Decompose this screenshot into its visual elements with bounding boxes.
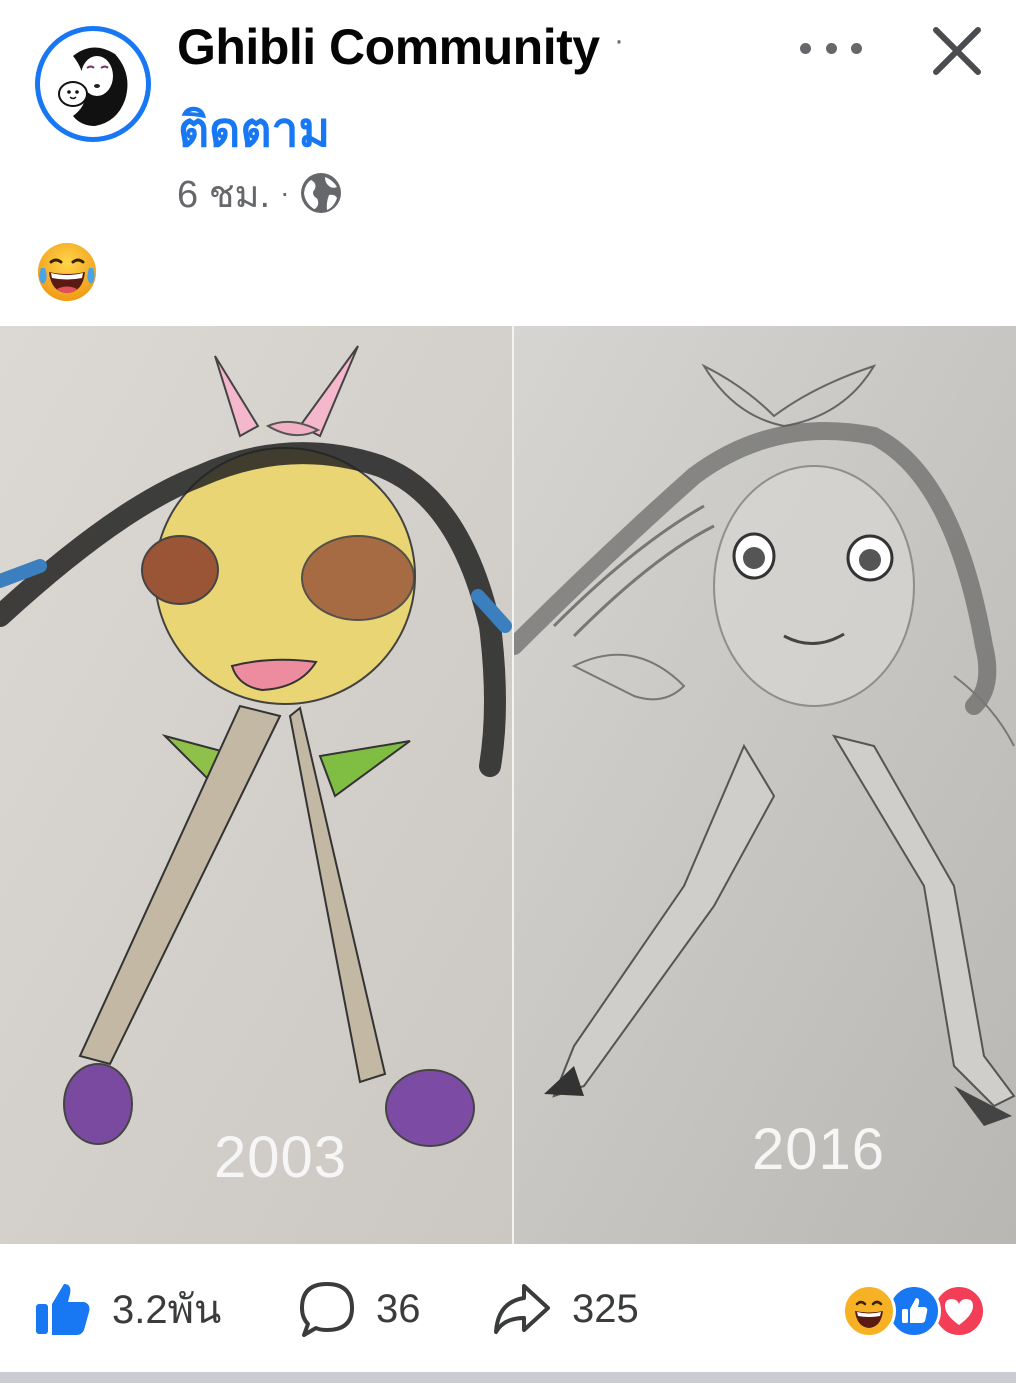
laughing-emoji-icon <box>35 240 99 304</box>
post-actions-bar: 3.2พัน 36 325 <box>0 1244 1016 1372</box>
share-icon <box>494 1284 550 1334</box>
comment-icon <box>300 1282 354 1337</box>
meta-separator: · <box>280 177 290 208</box>
comment-button[interactable]: 36 <box>298 1278 421 1340</box>
post-meta: 6 ชม. · <box>177 168 343 218</box>
reactions-summary[interactable] <box>842 1284 986 1338</box>
share-button[interactable]: 325 <box>492 1278 639 1340</box>
page-avatar[interactable] <box>35 26 151 142</box>
post-photo[interactable]: 2003 2016 <box>0 326 1016 1244</box>
haha-reaction-icon <box>842 1284 896 1338</box>
name-separator: · <box>614 24 624 57</box>
share-count: 325 <box>572 1286 639 1331</box>
close-icon <box>933 27 981 75</box>
year-label-right: 2016 <box>752 1117 886 1182</box>
post-timestamp[interactable]: 6 ชม. <box>177 163 270 224</box>
more-dot-icon <box>825 42 837 54</box>
like-button[interactable]: 3.2พัน <box>34 1278 221 1340</box>
post-header: Ghibli Community · ติดตาม 6 ชม. · <box>0 0 1016 230</box>
follow-button[interactable]: ติดตาม <box>178 92 330 168</box>
bottom-divider <box>0 1372 1016 1383</box>
drawing-2003 <box>0 326 512 1244</box>
like-count: 3.2พัน <box>112 1288 222 1332</box>
avatar-image <box>40 31 146 137</box>
more-dot-icon <box>851 42 862 54</box>
drawing-2016 <box>505 326 1016 1244</box>
globe-icon <box>299 171 343 215</box>
comment-count: 36 <box>376 1286 421 1331</box>
thumbs-up-icon <box>36 1284 90 1335</box>
page-name-link[interactable]: Ghibli Community <box>177 18 600 76</box>
more-dot-icon <box>800 42 811 54</box>
year-label-left: 2003 <box>214 1125 348 1190</box>
close-button[interactable] <box>928 22 986 80</box>
more-options-button[interactable] <box>800 28 862 68</box>
